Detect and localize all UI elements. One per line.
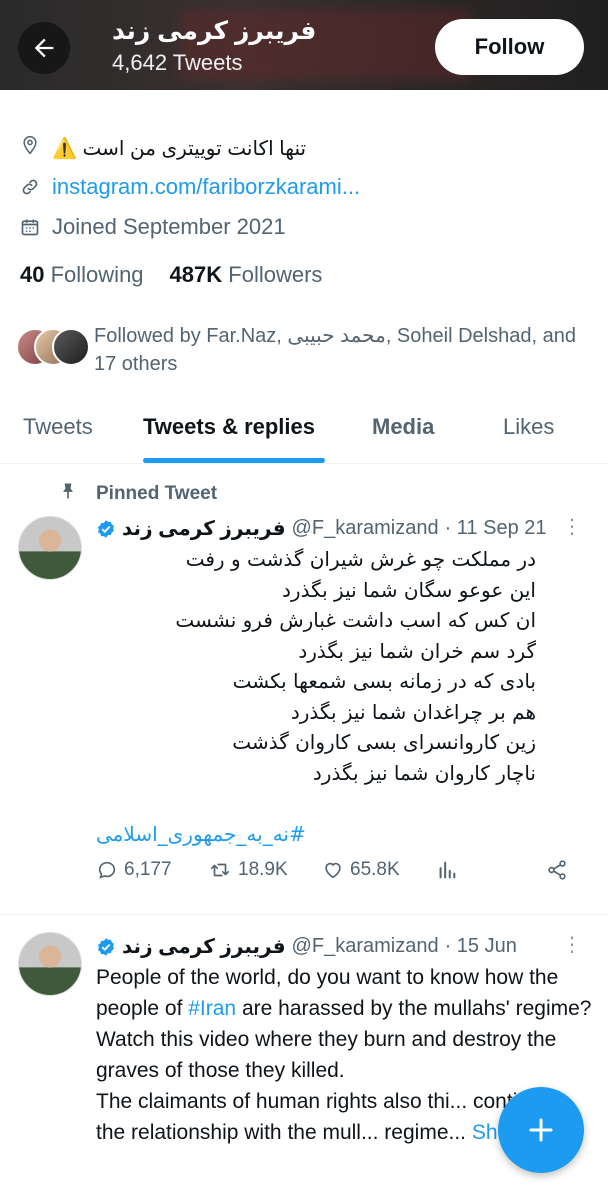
- active-tab-indicator: [143, 458, 325, 463]
- like-button[interactable]: 65.8K: [322, 859, 400, 881]
- followed-by-row[interactable]: Followed by Far.Naz, محمد حبیبی, Soheil …: [16, 322, 586, 378]
- profile-link-row[interactable]: instagram.com/fariborzkarami...: [20, 174, 360, 200]
- like-count: 65.8K: [350, 859, 400, 880]
- tab-likes[interactable]: Likes: [503, 414, 554, 440]
- tweet-author-name[interactable]: فریبرز کرمی زند: [122, 516, 286, 541]
- retweet-button[interactable]: 18.9K: [208, 859, 288, 881]
- tweet-line: ناچار کاروان شما نیز بگذرد: [312, 760, 536, 785]
- calendar-icon: [20, 216, 42, 238]
- profile-website-link[interactable]: instagram.com/fariborzkarami...: [52, 174, 360, 200]
- more-options-icon[interactable]: ⋮: [562, 514, 582, 539]
- link-icon: [20, 176, 42, 198]
- profile-tabs: Tweets Tweets & replies Media Likes: [0, 402, 608, 464]
- compose-tweet-button[interactable]: [498, 1087, 584, 1173]
- following-label: Following: [50, 262, 144, 287]
- tweet-line: این عوعو سگان شما نیز بگذرد: [282, 577, 536, 602]
- tweet-author-name[interactable]: فریبرز کرمی زند: [122, 934, 286, 959]
- share-button[interactable]: [546, 859, 568, 881]
- location-pin-icon: [20, 134, 40, 162]
- joined-row: Joined September 2021: [20, 214, 286, 240]
- follow-counts: 40 Following 487K Followers: [20, 262, 322, 288]
- reply-button[interactable]: 6,177: [96, 859, 172, 881]
- reply-icon: [98, 861, 116, 879]
- retweet-count: 18.9K: [238, 859, 288, 880]
- followed-by-text: Followed by Far.Naz, محمد حبیبی, Soheil …: [94, 325, 576, 375]
- tweet-hashtag[interactable]: #Iran: [188, 997, 236, 1020]
- following-count: 40: [20, 262, 45, 287]
- tweet-line: گرد سم خران شما نیز بگذرد: [298, 638, 536, 663]
- pinned-label-row: Pinned Tweet: [58, 480, 217, 508]
- joined-date: Joined September 2021: [52, 214, 286, 239]
- tweet-author-avatar[interactable]: [18, 932, 82, 996]
- analytics-button[interactable]: [436, 859, 458, 881]
- header-tweet-count: 4,642 Tweets: [112, 50, 243, 75]
- tweet-author-handle[interactable]: @F_karamizand: [292, 935, 439, 958]
- avatar: [52, 328, 90, 366]
- analytics-icon: [439, 861, 456, 879]
- verified-badge-icon: [98, 937, 114, 956]
- tweet-hashtag[interactable]: #نه_به_جمهوری_اسلامی: [96, 822, 306, 846]
- share-icon: [548, 860, 566, 880]
- tweet-line: هم بر چراغدان شما نیز بگذرد: [290, 699, 536, 724]
- followers-label: Followers: [228, 262, 323, 287]
- arrow-left-icon: [34, 38, 54, 58]
- heart-icon: [325, 862, 341, 879]
- followers-count: 487K: [169, 262, 223, 287]
- follow-button[interactable]: Follow: [435, 19, 584, 75]
- retweet-icon: [210, 863, 230, 877]
- verified-badge-icon: [98, 519, 114, 538]
- tweet-line: زین کاروانسرای بسی کاروان گذشت: [232, 730, 536, 754]
- tweet-date[interactable]: · 11 Sep 21: [445, 517, 547, 540]
- tweet-date[interactable]: · 15 Jun: [445, 935, 517, 958]
- header-display-name: فریبرز کرمی زند: [112, 17, 317, 45]
- tweet-text: در مملکت چو غرش شیران گذشت و رفت این عوع…: [175, 544, 536, 788]
- followers-stat[interactable]: 487K Followers: [170, 262, 323, 288]
- tweet-header: فریبرز کرمی زند @F_karamizand · 15 Jun: [96, 934, 517, 959]
- tweet-header: فریبرز کرمی زند @F_karamizand · 11 Sep 2…: [96, 516, 547, 541]
- tab-tweets-and-replies[interactable]: Tweets & replies: [143, 414, 315, 440]
- following-stat[interactable]: 40 Following: [20, 262, 144, 288]
- tweet-line: در مملکت چو غرش شیران گذشت و رفت: [185, 547, 536, 571]
- pinned-label: Pinned Tweet: [96, 483, 218, 504]
- tweet-author-avatar[interactable]: [18, 516, 82, 580]
- tweet-line: بادی که در زمانه بسی شمعها بکشت: [232, 669, 536, 693]
- bio: تنها اکانت توییتری من است ⚠️: [20, 134, 306, 162]
- back-button[interactable]: [18, 22, 70, 74]
- tab-tweets[interactable]: Tweets: [23, 414, 93, 440]
- pin-icon: [58, 480, 78, 508]
- profile-header: فریبرز کرمی زند 4,642 Tweets Follow: [0, 0, 608, 90]
- tweet-author-handle[interactable]: @F_karamizand: [292, 517, 439, 540]
- followed-by-avatars: [16, 328, 92, 368]
- plus-icon: [529, 1118, 553, 1142]
- tab-media[interactable]: Media: [372, 414, 434, 440]
- reply-count: 6,177: [124, 859, 172, 880]
- tweet-line: ان کس که اسب داشت غبارش فرو نشست: [175, 608, 536, 632]
- bio-text: تنها اکانت توییتری من است ⚠️: [52, 137, 307, 160]
- more-options-icon[interactable]: ⋮: [562, 932, 582, 957]
- header-title-block: فریبرز کرمی زند 4,642 Tweets: [112, 16, 316, 76]
- tweet-divider: [0, 914, 608, 915]
